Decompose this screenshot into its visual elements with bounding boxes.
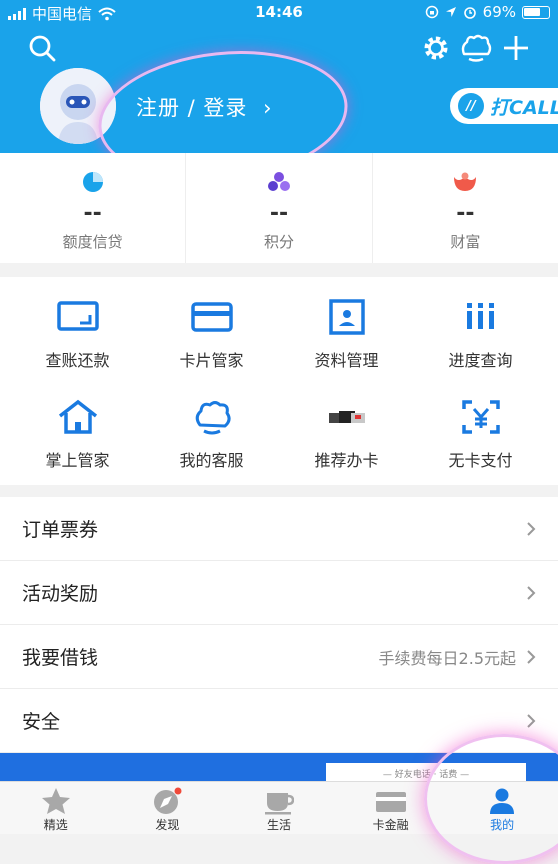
grid-item-label: 无卡支付 xyxy=(448,451,513,470)
header: 中国电信 14:46 69% 注册 / 登录 › // 打CALL xyxy=(0,0,558,153)
chevron-right-icon xyxy=(527,649,536,664)
list-item-value: 手续费每日2.5元起 xyxy=(378,648,516,668)
progress-icon xyxy=(466,303,494,329)
stat-label: 财富 xyxy=(450,233,481,251)
grid-item-progress[interactable]: 进度查询 xyxy=(411,281,550,377)
tab-life[interactable]: 生活 xyxy=(223,782,335,834)
tab-discover[interactable]: 发现 xyxy=(112,782,224,834)
menu-list: 订单票券 活动奖励 我要借钱 手续费每日2.5元起 安全 xyxy=(0,497,558,753)
wealth-icon xyxy=(454,172,477,191)
points-icon xyxy=(267,172,290,191)
grid-item-profile[interactable]: 资料管理 xyxy=(277,281,416,377)
lock-rotation-icon xyxy=(425,5,438,19)
login-text: 注册 / 登录 xyxy=(136,96,248,120)
grid-item-label: 掌上管家 xyxy=(45,451,110,470)
feature-grid: 查账还款 卡片管家 资料管理 进度查询 掌上管家 我的客服 推荐办卡 无卡支付 xyxy=(0,277,558,485)
chevron-right-icon: › xyxy=(263,96,273,120)
stat-wealth[interactable]: -- 财富 xyxy=(371,153,558,263)
grid-item-service[interactable]: 我的客服 xyxy=(142,381,281,477)
card-finance-icon xyxy=(375,792,406,812)
compass-icon xyxy=(154,787,182,814)
stats-bar: -- 额度信贷 -- 积分 -- 财富 xyxy=(0,153,558,263)
call-badge-icon: // xyxy=(458,93,484,119)
person-icon xyxy=(490,788,515,814)
star-icon xyxy=(41,788,70,814)
tab-label: 我的 xyxy=(490,818,515,832)
list-item-label: 订单票券 xyxy=(22,519,99,541)
stat-value: -- xyxy=(83,201,102,226)
cardless-pay-icon xyxy=(461,400,500,434)
customer-service-icon[interactable] xyxy=(458,30,494,66)
promo-banner-text: — 好友电话 · 话费 — xyxy=(326,763,526,781)
tab-label: 卡金融 xyxy=(372,818,409,832)
chevron-right-icon xyxy=(527,585,536,600)
grid-item-recommend-card[interactable]: 推荐办卡 xyxy=(277,381,416,477)
recommend-card-icon xyxy=(328,411,365,423)
cup-icon xyxy=(264,793,294,815)
bill-icon xyxy=(56,301,99,331)
add-icon[interactable] xyxy=(498,30,534,66)
grid-item-label: 进度查询 xyxy=(448,351,513,370)
credit-icon xyxy=(82,172,103,192)
grid-item-cardless-pay[interactable]: 无卡支付 xyxy=(411,381,550,477)
grid-item-card[interactable]: 卡片管家 xyxy=(142,281,281,377)
grid-item-home[interactable]: 掌上管家 xyxy=(8,381,147,477)
tab-label: 生活 xyxy=(266,818,291,832)
stat-value: -- xyxy=(269,201,289,226)
login-register-link[interactable]: 注册 / 登录 › xyxy=(136,92,273,122)
list-item-borrow[interactable]: 我要借钱 手续费每日2.5元起 xyxy=(0,625,558,689)
tab-label: 发现 xyxy=(155,818,180,832)
promo-banner[interactable]: — 好友电话 · 话费 — xyxy=(0,753,558,781)
location-icon xyxy=(445,7,456,17)
call-button[interactable]: // 打CALL xyxy=(450,88,558,124)
list-item-label: 安全 xyxy=(22,711,61,733)
profile-icon xyxy=(328,299,365,335)
stat-value: -- xyxy=(456,201,475,226)
home-icon xyxy=(58,399,97,434)
service-icon xyxy=(195,401,231,435)
call-button-label: 打CALL xyxy=(490,96,558,119)
tab-label: 精选 xyxy=(43,818,68,832)
stat-label: 积分 xyxy=(263,233,294,251)
tab-featured[interactable]: 精选 xyxy=(0,782,112,834)
battery-icon xyxy=(522,5,550,19)
settings-gear-icon[interactable] xyxy=(418,30,454,66)
alarm-icon xyxy=(463,7,476,19)
chevron-right-icon xyxy=(527,521,536,536)
avatar[interactable] xyxy=(40,68,116,144)
chevron-right-icon xyxy=(527,713,536,728)
list-item-label: 我要借钱 xyxy=(22,647,99,669)
tab-mine[interactable]: 我的 xyxy=(446,782,558,834)
list-item-label: 活动奖励 xyxy=(22,583,99,605)
stat-label: 额度信贷 xyxy=(62,233,123,251)
avatar-robot-icon xyxy=(40,68,116,144)
tab-card-finance[interactable]: 卡金融 xyxy=(335,782,447,834)
grid-item-label: 查账还款 xyxy=(45,351,110,370)
tab-bar: 精选 发现 生活 卡金融 我的 xyxy=(0,781,558,834)
grid-item-label: 卡片管家 xyxy=(179,351,244,370)
search-icon[interactable] xyxy=(24,30,60,66)
status-bar: 中国电信 14:46 69% xyxy=(0,0,558,24)
battery-percent: 69% xyxy=(482,3,516,21)
grid-item-bill[interactable]: 查账还款 xyxy=(8,281,147,377)
list-item-rewards[interactable]: 活动奖励 xyxy=(0,561,558,625)
card-icon xyxy=(190,302,233,332)
grid-item-label: 我的客服 xyxy=(179,451,244,470)
stat-credit[interactable]: -- 额度信贷 xyxy=(0,153,185,263)
grid-item-label: 资料管理 xyxy=(314,351,379,370)
list-item-security[interactable]: 安全 xyxy=(0,689,558,753)
list-item-orders[interactable]: 订单票券 xyxy=(0,497,558,561)
stat-points[interactable]: -- 积分 xyxy=(185,153,371,263)
grid-item-label: 推荐办卡 xyxy=(314,451,379,470)
